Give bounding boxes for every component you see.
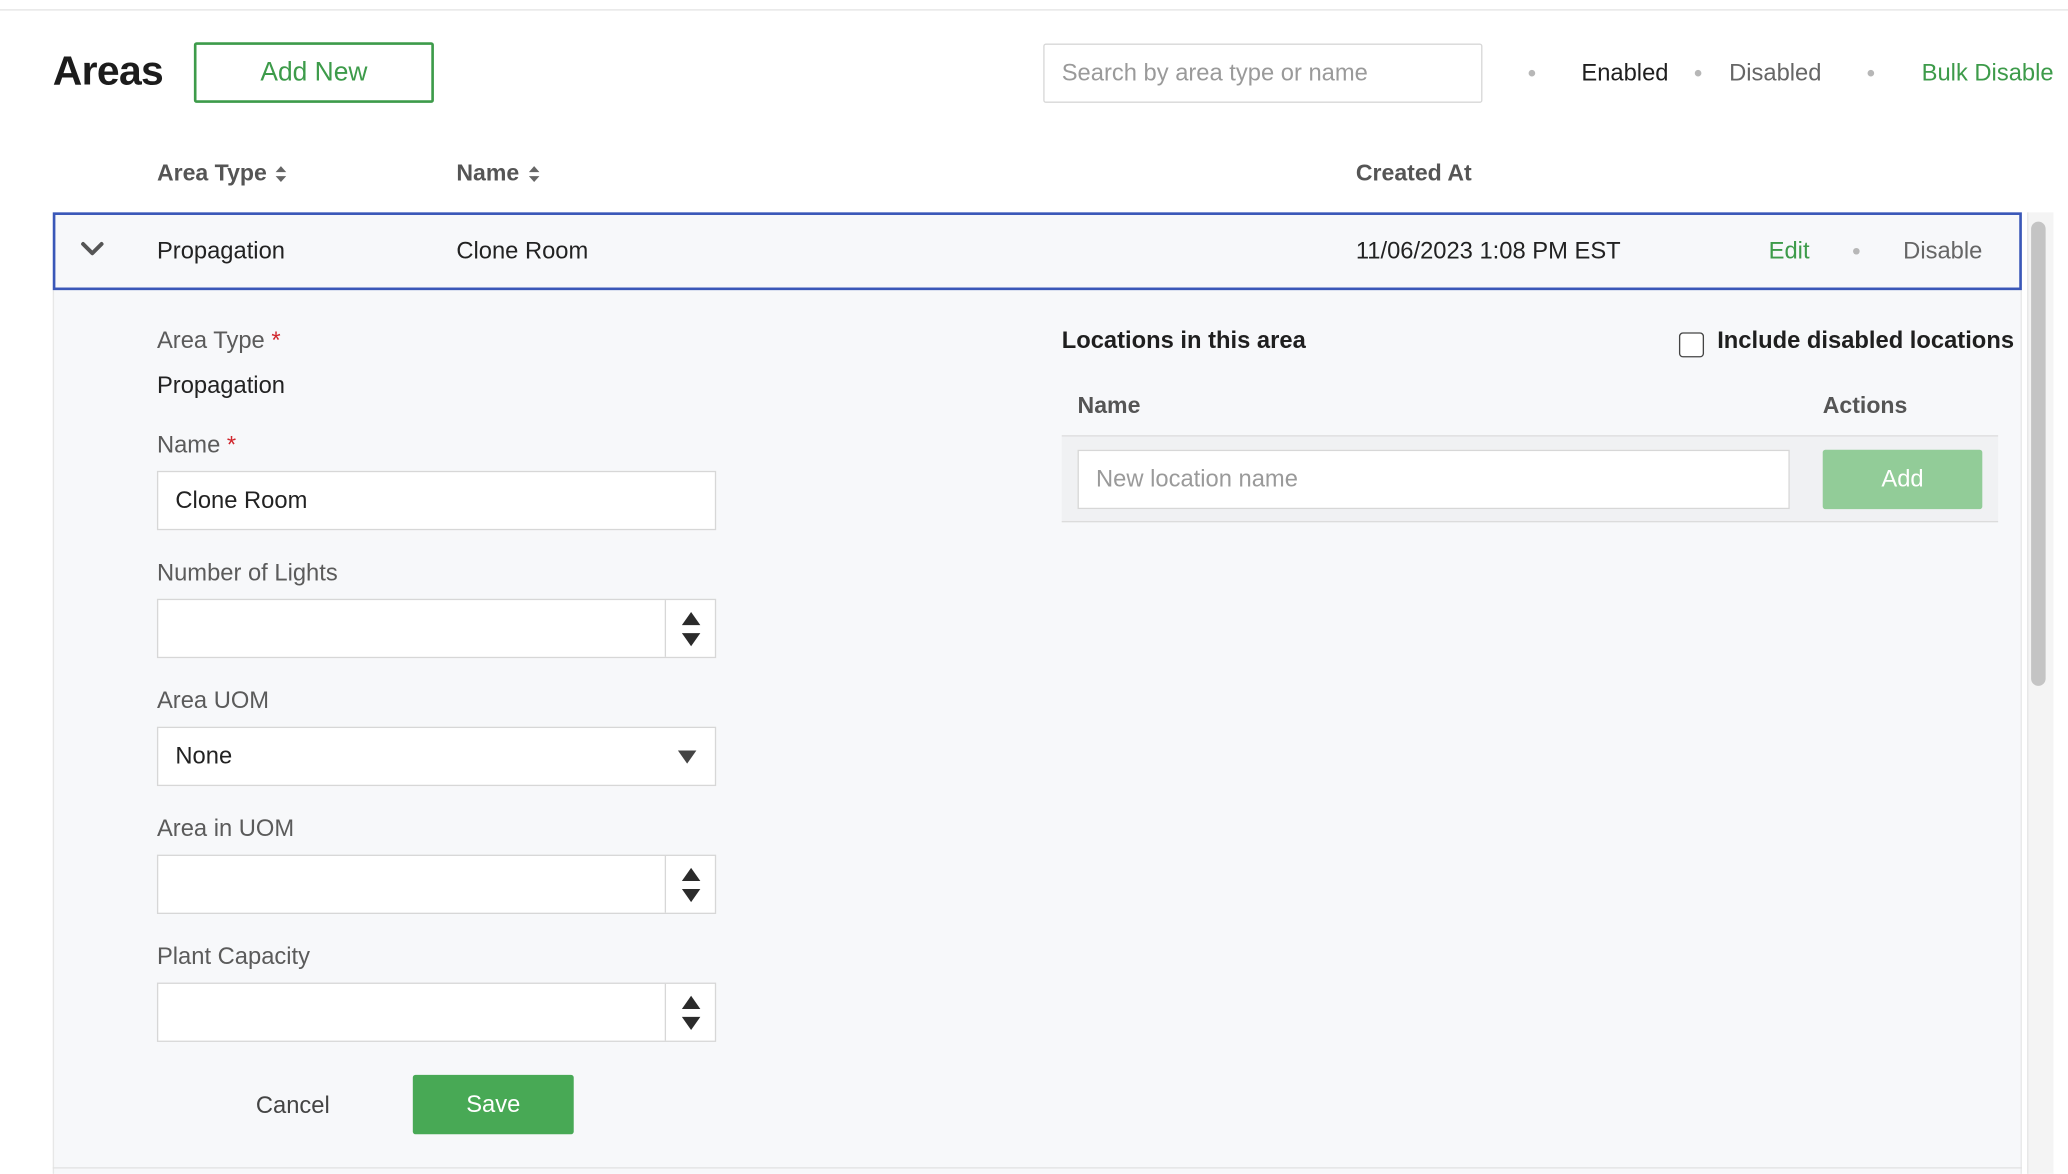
plant-capacity-value[interactable] — [158, 984, 664, 1041]
required-mark: * — [271, 327, 281, 354]
decrement-arrow-icon[interactable] — [681, 888, 700, 902]
locations-title: Locations in this area — [1061, 327, 1306, 354]
save-button[interactable]: Save — [412, 1074, 574, 1135]
edit-link[interactable]: Edit — [1769, 237, 1810, 265]
column-header-label: Area Type — [156, 159, 267, 186]
filter-disabled[interactable]: Disabled — [1729, 59, 1821, 87]
plant-capacity-input[interactable] — [156, 982, 717, 1042]
table-row[interactable] — [52, 212, 2022, 291]
sort-icon — [276, 165, 287, 182]
top-divider — [0, 9, 2068, 11]
area-type-value: Propagation — [156, 371, 285, 399]
area-uom-select[interactable]: None — [156, 726, 717, 787]
scrollbar-thumb[interactable] — [2031, 221, 2046, 686]
increment-arrow-icon[interactable] — [681, 867, 700, 881]
increment-arrow-icon[interactable] — [681, 611, 700, 625]
number-of-lights-input[interactable] — [156, 598, 717, 659]
include-disabled-label[interactable]: Include disabled locations — [1717, 327, 2014, 355]
plant-capacity-label: Plant Capacity — [156, 943, 311, 970]
bulk-disable-link[interactable]: Bulk Disable — [1922, 59, 2054, 87]
number-stepper[interactable] — [664, 983, 715, 1041]
include-disabled-checkbox[interactable] — [1678, 332, 1705, 358]
column-header-label: Created At — [1355, 159, 1472, 186]
column-header-label: Name — [456, 159, 520, 186]
area-type-label-text: Area Type — [156, 327, 265, 354]
row-area-type: Propagation — [156, 237, 285, 264]
disable-link[interactable]: Disable — [1903, 237, 1982, 265]
separator-dot — [1694, 69, 1702, 77]
decrement-arrow-icon[interactable] — [681, 1016, 700, 1030]
dropdown-caret-icon — [677, 750, 697, 764]
number-of-lights-label: Number of Lights — [156, 559, 338, 586]
add-new-button[interactable]: Add New — [193, 42, 434, 103]
name-label-text: Name — [156, 431, 221, 458]
area-in-uom-label: Area in UOM — [156, 815, 295, 842]
area-in-uom-value[interactable] — [158, 856, 664, 913]
required-mark: * — [226, 431, 237, 458]
separator-dot — [1528, 69, 1536, 77]
row-name: Clone Room — [456, 237, 589, 264]
area-type-label: Area Type * — [157, 327, 281, 355]
page-title: Areas — [52, 47, 164, 94]
separator-dot — [1853, 247, 1860, 255]
name-input[interactable]: Clone Room — [156, 470, 717, 531]
sort-icon — [528, 165, 539, 182]
area-uom-label: Area UOM — [156, 687, 270, 714]
add-location-button[interactable]: Add — [1822, 449, 1983, 510]
column-header-area-type[interactable]: Area Type — [157, 160, 288, 188]
separator-dot — [1867, 69, 1875, 77]
chevron-down-icon[interactable] — [79, 240, 105, 258]
column-header-name[interactable]: Name — [456, 160, 540, 188]
locations-column-name: Name — [1077, 391, 1141, 419]
filter-enabled[interactable]: Enabled — [1581, 59, 1668, 87]
row-created-at: 11/06/2023 1:08 PM EST — [1355, 237, 1621, 264]
name-input-value: Clone Room — [175, 486, 308, 514]
locations-column-actions: Actions — [1822, 391, 1908, 419]
new-location-input[interactable] — [1077, 449, 1790, 510]
area-uom-selected-value: None — [175, 742, 233, 769]
increment-arrow-icon[interactable] — [681, 995, 700, 1009]
search-input[interactable] — [1043, 43, 1483, 103]
panel-bottom-border — [52, 1167, 2022, 1169]
number-stepper[interactable] — [664, 855, 715, 913]
column-header-created-at: Created At — [1356, 160, 1472, 188]
number-of-lights-value[interactable] — [158, 600, 664, 657]
number-stepper[interactable] — [664, 600, 715, 657]
cancel-button[interactable]: Cancel — [256, 1092, 330, 1120]
name-label: Name * — [157, 431, 236, 459]
area-in-uom-input[interactable] — [156, 854, 717, 914]
decrement-arrow-icon[interactable] — [681, 632, 700, 646]
